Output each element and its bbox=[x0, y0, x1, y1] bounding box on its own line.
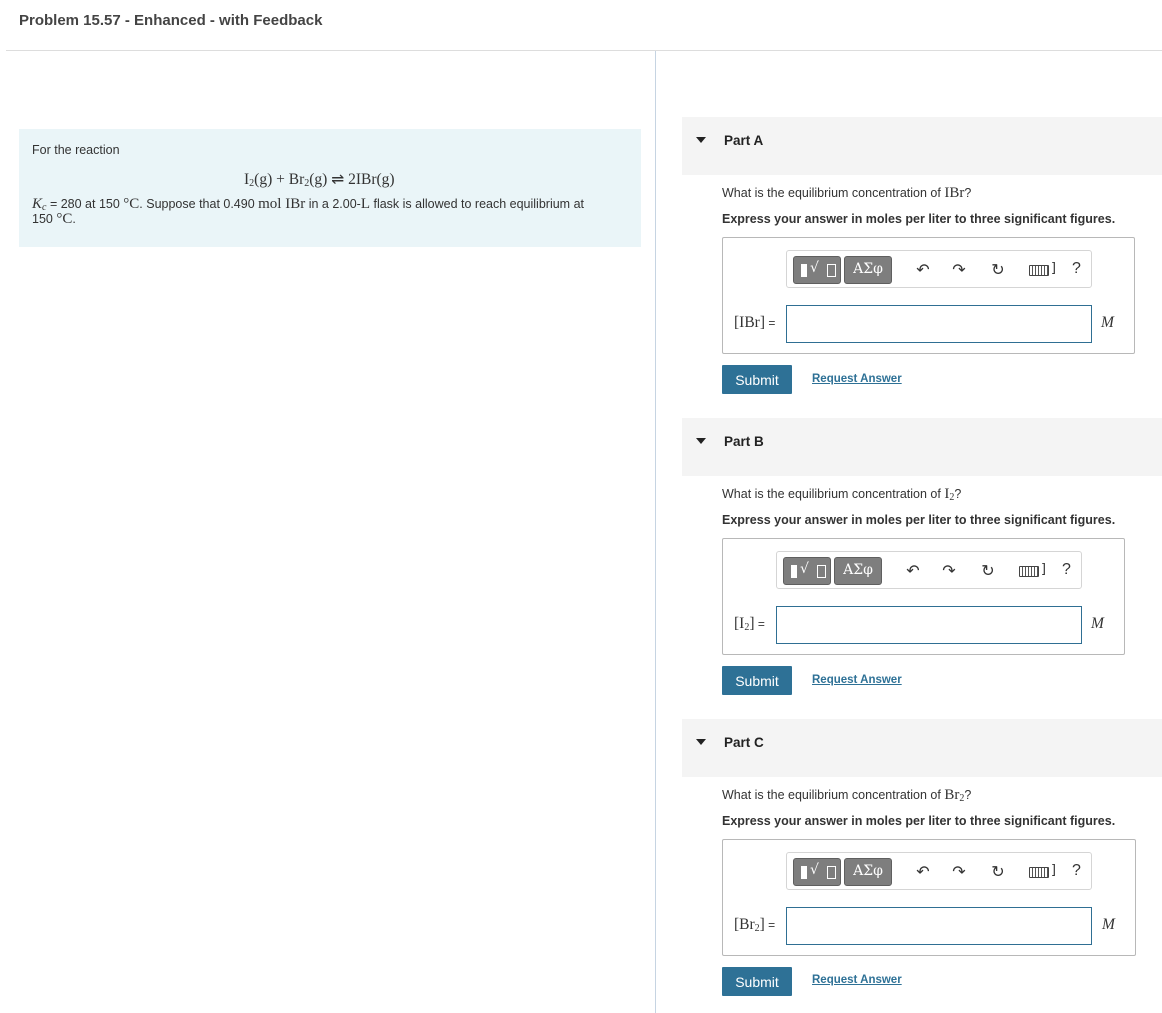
column-divider bbox=[655, 51, 656, 1013]
help-icon[interactable]: ? bbox=[1062, 561, 1071, 579]
redo-icon[interactable]: ↷ bbox=[948, 861, 970, 883]
part-a-variable-label: [IBr] = bbox=[734, 314, 776, 331]
part-c-unit: M bbox=[1102, 916, 1115, 933]
undo-icon[interactable]: ↶ bbox=[902, 560, 924, 582]
part-b-answer-box: √ ΑΣφ ↶ ↷ ↻ ] ? [I2] = M bbox=[722, 538, 1125, 655]
part-a: Part A What is the equilibrium concentra… bbox=[682, 117, 1162, 407]
keyboard-icon[interactable] bbox=[1019, 566, 1039, 577]
part-a-question: What is the equilibrium concentration of… bbox=[722, 185, 972, 201]
page-title: Problem 15.57 - Enhanced - with Feedback bbox=[19, 12, 323, 29]
problem-intro: For the reaction bbox=[32, 143, 120, 157]
part-c-variable-label: [Br2] = bbox=[734, 916, 776, 934]
caret-down-icon[interactable] bbox=[696, 137, 706, 143]
reset-icon[interactable]: ↻ bbox=[987, 861, 1009, 883]
part-c-math-toolbar: √ ΑΣφ ↶ ↷ ↻ ] ? bbox=[786, 852, 1092, 890]
part-c-request-answer-link[interactable]: Request Answer bbox=[812, 974, 902, 986]
keyboard-icon[interactable] bbox=[1029, 265, 1049, 276]
equilibrium-arrow: ⇌ bbox=[331, 171, 345, 188]
reset-icon[interactable]: ↻ bbox=[987, 259, 1009, 281]
caret-down-icon[interactable] bbox=[696, 739, 706, 745]
part-c-submit-button[interactable]: Submit bbox=[722, 967, 792, 996]
problem-statement: For the reaction I2(g) + Br2(g) ⇌ 2IBr(g… bbox=[19, 129, 641, 247]
reset-icon[interactable]: ↻ bbox=[977, 560, 999, 582]
part-c-instruction: Express your answer in moles per liter t… bbox=[722, 814, 1116, 828]
undo-icon[interactable]: ↶ bbox=[912, 259, 934, 281]
problem-body: Kc = 280 at 150 °C. Suppose that 0.490 m… bbox=[32, 196, 584, 227]
part-b-answer-input[interactable] bbox=[776, 606, 1082, 644]
part-a-math-toolbar: √ ΑΣφ ↶ ↷ ↻ ] ? bbox=[786, 250, 1092, 288]
greek-symbols-button[interactable]: ΑΣφ bbox=[844, 256, 892, 284]
part-b-question: What is the equilibrium concentration of… bbox=[722, 486, 962, 503]
redo-icon[interactable]: ↷ bbox=[948, 259, 970, 281]
part-a-submit-button[interactable]: Submit bbox=[722, 365, 792, 394]
part-b-math-toolbar: √ ΑΣφ ↶ ↷ ↻ ] ? bbox=[776, 551, 1082, 589]
part-a-header[interactable]: Part A bbox=[682, 117, 1162, 175]
part-c-answer-input[interactable] bbox=[786, 907, 1092, 945]
help-icon[interactable]: ? bbox=[1072, 260, 1081, 278]
part-c-answer-box: √ ΑΣφ ↶ ↷ ↻ ] ? [Br2] = M bbox=[722, 839, 1136, 956]
part-b-submit-button[interactable]: Submit bbox=[722, 666, 792, 695]
part-a-answer-input[interactable] bbox=[786, 305, 1092, 343]
part-b-header[interactable]: Part B bbox=[682, 418, 1162, 476]
templates-icon[interactable]: √ bbox=[793, 256, 841, 284]
part-a-label: Part A bbox=[724, 133, 764, 148]
greek-symbols-button[interactable]: ΑΣφ bbox=[834, 557, 882, 585]
part-c-header[interactable]: Part C bbox=[682, 719, 1162, 777]
part-b-unit: M bbox=[1091, 615, 1104, 632]
help-icon[interactable]: ? bbox=[1072, 862, 1081, 880]
keyboard-icon[interactable] bbox=[1029, 867, 1049, 878]
header-divider bbox=[6, 50, 1162, 51]
caret-down-icon[interactable] bbox=[696, 438, 706, 444]
reaction-equation: I2(g) + Br2(g) ⇌ 2IBr(g) bbox=[244, 171, 395, 189]
part-b-request-answer-link[interactable]: Request Answer bbox=[812, 674, 902, 686]
undo-icon[interactable]: ↶ bbox=[912, 861, 934, 883]
part-a-request-answer-link[interactable]: Request Answer bbox=[812, 373, 902, 385]
part-b-instruction: Express your answer in moles per liter t… bbox=[722, 513, 1116, 527]
part-a-instruction: Express your answer in moles per liter t… bbox=[722, 212, 1116, 226]
part-b-label: Part B bbox=[724, 434, 764, 449]
greek-symbols-button[interactable]: ΑΣφ bbox=[844, 858, 892, 886]
part-c-question: What is the equilibrium concentration of… bbox=[722, 787, 972, 804]
part-b-variable-label: [I2] = bbox=[734, 615, 765, 633]
part-c-label: Part C bbox=[724, 735, 764, 750]
part-c: Part C What is the equilibrium concentra… bbox=[682, 719, 1162, 1009]
part-a-answer-box: √ ΑΣφ ↶ ↷ ↻ ] ? [IBr] = M bbox=[722, 237, 1135, 354]
templates-icon[interactable]: √ bbox=[793, 858, 841, 886]
templates-icon[interactable]: √ bbox=[783, 557, 831, 585]
redo-icon[interactable]: ↷ bbox=[938, 560, 960, 582]
part-a-unit: M bbox=[1101, 314, 1114, 331]
part-b: Part B What is the equilibrium concentra… bbox=[682, 418, 1162, 708]
